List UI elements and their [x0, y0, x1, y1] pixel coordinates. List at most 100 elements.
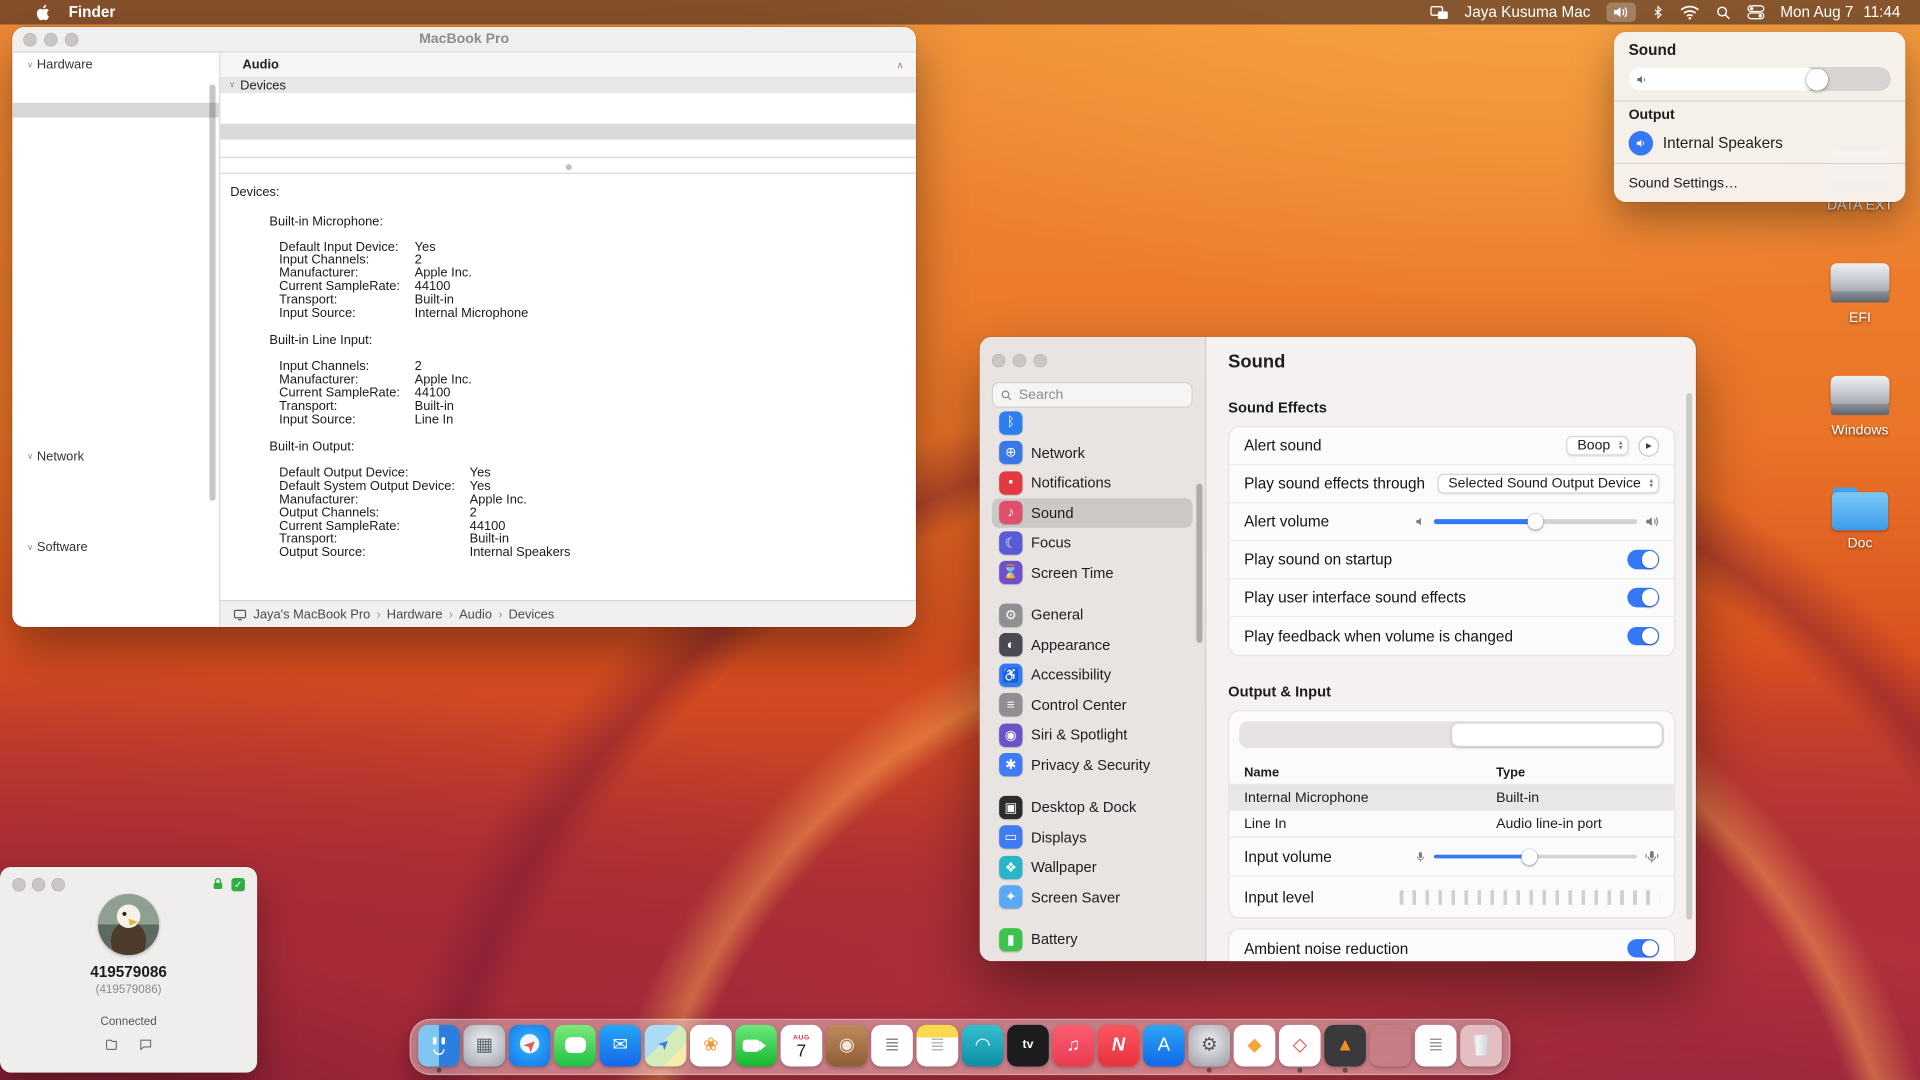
- sidebar-item[interactable]: [12, 298, 219, 313]
- volume-menu-icon[interactable]: [1606, 2, 1635, 22]
- sidebar-item[interactable]: [12, 329, 219, 344]
- toggle-switch[interactable]: [1627, 627, 1659, 646]
- settings-sidebar-item[interactable]: ♿ Accessibility: [992, 660, 1193, 690]
- sidebar-item[interactable]: [12, 509, 219, 524]
- sidebar-item[interactable]: [12, 404, 219, 419]
- dock-app[interactable]: ♫: [1052, 1024, 1094, 1069]
- sidebar-item[interactable]: [12, 570, 219, 585]
- pane-splitter[interactable]: [220, 157, 916, 173]
- file-transfer-icon[interactable]: [104, 1037, 119, 1052]
- zoom-button[interactable]: [1033, 354, 1046, 367]
- device-table-row[interactable]: Line In Audio line-in port: [1229, 811, 1673, 837]
- sound-output-device-dropdown[interactable]: Selected Sound Output Device ▲▼: [1437, 474, 1659, 494]
- sidebar-item[interactable]: [12, 88, 219, 103]
- control-center-icon[interactable]: [1747, 5, 1764, 20]
- sidebar-item[interactable]: [12, 374, 219, 389]
- sidebar-item[interactable]: [12, 223, 219, 238]
- sidebar-item[interactable]: [12, 359, 219, 374]
- device-table-row[interactable]: Internal Microphone Built-in: [1229, 785, 1673, 811]
- settings-sidebar-item[interactable]: ◐ Appearance: [992, 630, 1193, 660]
- system-information-titlebar[interactable]: MacBook Pro: [12, 27, 916, 53]
- desktop-icon[interactable]: Doc: [1815, 485, 1906, 573]
- settings-sidebar-item[interactable]: ▪ Notifications: [992, 468, 1193, 498]
- dock-app[interactable]: tv: [1007, 1024, 1049, 1069]
- dock-app[interactable]: ≣: [871, 1024, 913, 1069]
- settings-sidebar-item[interactable]: ᛒ: [992, 408, 1193, 438]
- breadcrumb-item[interactable]: Hardware: [387, 607, 443, 622]
- sidebar-item[interactable]: [12, 103, 219, 118]
- settings-sidebar-item[interactable]: ▮ Battery: [992, 924, 1193, 954]
- device-name-menu[interactable]: Jaya Kusuma Mac: [1465, 4, 1591, 21]
- dock-app[interactable]: [554, 1024, 596, 1069]
- toggle-switch[interactable]: [1627, 550, 1659, 569]
- device-row[interactable]: [220, 109, 916, 124]
- settings-sidebar-item[interactable]: ▭ Displays: [992, 822, 1193, 852]
- devices-tree-root[interactable]: ∨ Devices: [220, 78, 916, 93]
- dock-app[interactable]: [1370, 1024, 1412, 1069]
- sidebar-item[interactable]: [12, 314, 219, 329]
- sidebar-item[interactable]: [12, 464, 219, 479]
- desktop-icon[interactable]: Windows: [1815, 372, 1906, 460]
- dock-app[interactable]: ◇: [1279, 1024, 1321, 1069]
- sidebar-item[interactable]: [12, 615, 219, 627]
- dock-app[interactable]: ≣: [1415, 1024, 1457, 1069]
- bluetooth-icon[interactable]: [1652, 4, 1664, 21]
- dock-app[interactable]: ➤: [645, 1024, 687, 1069]
- dock-app[interactable]: ≣: [917, 1024, 959, 1069]
- volume-slider[interactable]: [1629, 67, 1891, 90]
- output-device-item[interactable]: Internal Speakers: [1629, 129, 1891, 157]
- dock-app[interactable]: [1460, 1024, 1502, 1069]
- sidebar-scrollbar[interactable]: [1196, 484, 1202, 643]
- breadcrumb-item[interactable]: Jaya's MacBook Pro: [253, 607, 370, 622]
- minimize-button[interactable]: [1013, 354, 1026, 367]
- dock-app[interactable]: AUG 7: [781, 1024, 823, 1069]
- settings-sidebar-item[interactable]: ✦ Screen Saver: [992, 882, 1193, 912]
- settings-sidebar-item[interactable]: ☾ Focus: [992, 528, 1193, 558]
- tab[interactable]: [1450, 722, 1662, 746]
- sidebar-item[interactable]: [12, 73, 219, 88]
- menu-clock[interactable]: Mon Aug 7 11:44: [1780, 4, 1900, 21]
- volume-slider-knob[interactable]: [1806, 68, 1828, 90]
- sidebar-item[interactable]: [12, 585, 219, 600]
- sidebar-item[interactable]: [12, 118, 219, 133]
- settings-sidebar-item[interactable]: ✱ Privacy & Security: [992, 750, 1193, 780]
- settings-sidebar-item[interactable]: ♪ Sound: [992, 498, 1193, 528]
- sidebar-item[interactable]: [12, 600, 219, 615]
- app-menu-finder[interactable]: Finder: [58, 4, 127, 21]
- settings-sidebar-item[interactable]: ⚙ General: [992, 600, 1193, 630]
- ambient-noise-toggle[interactable]: [1627, 939, 1659, 958]
- sidebar-item[interactable]: [12, 479, 219, 494]
- collapse-icon[interactable]: ∧: [896, 59, 903, 70]
- dock-app[interactable]: ▦: [463, 1024, 505, 1069]
- settings-sidebar-item[interactable]: ◉ Siri & Spotlight: [992, 720, 1193, 750]
- dock-app[interactable]: N: [1098, 1024, 1140, 1069]
- toggle-switch[interactable]: [1627, 588, 1659, 607]
- sidebar-item[interactable]: [12, 163, 219, 178]
- input-volume-slider[interactable]: [1414, 849, 1659, 864]
- settings-sidebar-item[interactable]: ▣ Desktop & Dock: [992, 792, 1193, 822]
- sidebar-item[interactable]: [12, 253, 219, 268]
- dock-app[interactable]: ◡: [418, 1024, 460, 1069]
- sound-settings-link[interactable]: Sound Settings…: [1629, 170, 1891, 194]
- alert-sound-dropdown[interactable]: Boop ▲▼: [1566, 436, 1628, 456]
- zoom-button[interactable]: [51, 877, 64, 890]
- alert-volume-slider[interactable]: [1414, 514, 1659, 529]
- sidebar-item[interactable]: [12, 494, 219, 509]
- sidebar-item[interactable]: [12, 554, 219, 569]
- settings-sidebar-item[interactable]: ⊕ Network: [992, 438, 1193, 468]
- sidebar-item[interactable]: [12, 208, 219, 223]
- sidebar-item[interactable]: [12, 268, 219, 283]
- dock-app[interactable]: ▲: [1324, 1024, 1366, 1069]
- close-button[interactable]: [12, 877, 25, 890]
- sidebar-item[interactable]: [12, 419, 219, 434]
- settings-sidebar-item[interactable]: ❖ Wallpaper: [992, 852, 1193, 882]
- breadcrumb-item[interactable]: Devices: [509, 607, 555, 622]
- dock-app[interactable]: ◆: [1234, 1024, 1276, 1069]
- sidebar-item[interactable]: [12, 434, 219, 449]
- dock-app[interactable]: ✉: [599, 1024, 641, 1069]
- sidebar-item[interactable]: [12, 148, 219, 163]
- sidebar-item[interactable]: [12, 524, 219, 539]
- screen-mirroring-icon[interactable]: [1430, 4, 1448, 20]
- alert-sound-play-button[interactable]: ▶: [1638, 435, 1659, 456]
- content-scrollbar[interactable]: [1686, 393, 1692, 920]
